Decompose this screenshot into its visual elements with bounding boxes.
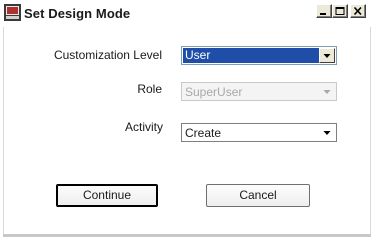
maximize-button[interactable] (332, 4, 348, 18)
cancel-button[interactable]: Cancel (206, 184, 310, 207)
set-design-mode-window: Set Design Mode Customization Level User… (0, 0, 374, 241)
chevron-down-icon[interactable] (319, 48, 335, 63)
window-title: Set Design Mode (24, 6, 131, 21)
minimize-icon (320, 13, 326, 15)
close-button[interactable] (350, 4, 366, 18)
continue-button[interactable]: Continue (56, 184, 158, 207)
role-label: Role (137, 82, 162, 96)
title-bar[interactable]: Set Design Mode (0, 0, 374, 27)
chevron-down-icon[interactable] (320, 126, 334, 139)
activity-label: Activity (124, 120, 163, 134)
maximize-icon (335, 7, 345, 15)
app-icon (4, 4, 21, 21)
customization-level-select[interactable]: User (181, 46, 337, 65)
activity-select[interactable]: Create (181, 123, 337, 142)
role-select: SuperUser (181, 82, 337, 101)
close-icon (353, 7, 362, 15)
chevron-down-icon (320, 85, 334, 98)
customization-level-value: User (185, 48, 211, 62)
role-value: SuperUser (185, 85, 243, 99)
window-bottom-border (3, 234, 371, 237)
customization-level-label: Customization Level (53, 48, 162, 62)
activity-value: Create (185, 126, 222, 140)
minimize-button[interactable] (316, 4, 332, 18)
